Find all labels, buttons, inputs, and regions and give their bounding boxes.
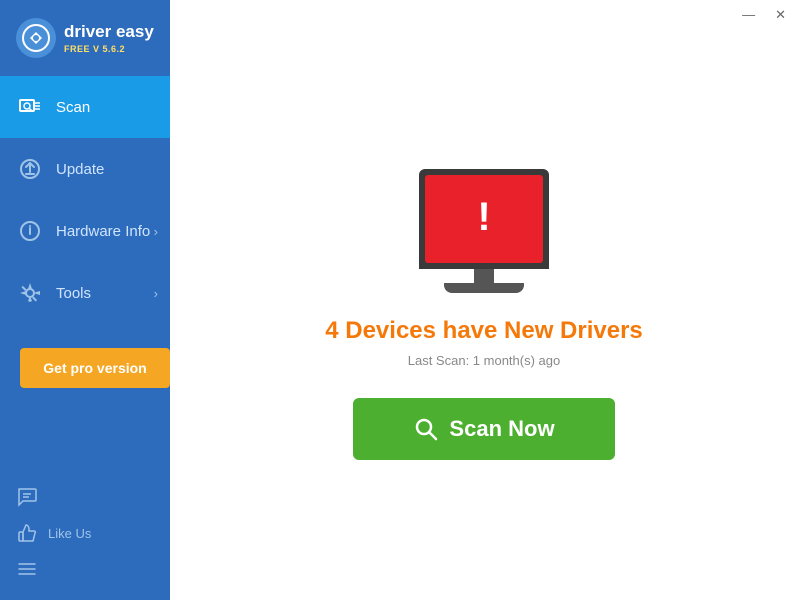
monitor-screen-inner: ! (425, 175, 543, 263)
scan-now-button[interactable]: Scan Now (353, 398, 614, 460)
status-heading: 4 Devices have New Drivers (325, 317, 643, 345)
scan-now-icon (413, 416, 439, 442)
tools-icon (16, 281, 44, 305)
like-us-button[interactable]: Like Us (16, 518, 154, 548)
monitor-screen: ! (419, 169, 549, 269)
monitor-base (444, 283, 524, 293)
sidebar-item-scan[interactable]: Scan (0, 76, 170, 138)
logo-svg (22, 24, 50, 52)
thumbs-up-icon (16, 522, 38, 544)
sidebar: driver easy FREE V 5.6.2 Scan (0, 0, 170, 600)
last-scan-text: Last Scan: 1 month(s) ago (408, 353, 560, 368)
chat-button[interactable] (16, 482, 154, 512)
logo-text-block: driver easy FREE V 5.6.2 (64, 22, 154, 54)
sidebar-item-hardware-info[interactable]: Hardware Info › (0, 200, 170, 262)
app-title: driver easy (64, 22, 154, 42)
main-content: ! 4 Devices have New Drivers Last Scan: … (170, 28, 798, 600)
hardware-info-arrow: › (154, 224, 158, 239)
sidebar-item-scan-label: Scan (56, 99, 90, 116)
hardware-info-icon (16, 219, 44, 243)
sidebar-item-update[interactable]: Update (0, 138, 170, 200)
sidebar-item-hardware-info-label: Hardware Info (56, 223, 150, 240)
sidebar-item-tools-label: Tools (56, 285, 91, 302)
logo-row: driver easy FREE V 5.6.2 (16, 18, 154, 58)
menu-button[interactable] (16, 554, 154, 584)
scan-now-label: Scan Now (449, 416, 554, 442)
monitor-illustration: ! (419, 169, 549, 293)
logo-icon (16, 18, 56, 58)
sidebar-item-update-label: Update (56, 161, 104, 178)
logo-area: driver easy FREE V 5.6.2 (0, 0, 170, 76)
update-icon (16, 157, 44, 181)
get-pro-button[interactable]: Get pro version (20, 348, 170, 388)
app-version: FREE V 5.6.2 (64, 44, 154, 54)
tools-arrow: › (154, 286, 158, 301)
chat-icon (16, 486, 38, 508)
get-pro-wrapper: Get pro version (0, 324, 170, 398)
minimize-button[interactable]: — (738, 6, 759, 23)
scan-icon (16, 95, 44, 119)
sidebar-bottom: Like Us (0, 472, 170, 600)
menu-icon (16, 558, 38, 580)
close-button[interactable]: ✕ (771, 6, 790, 23)
sidebar-item-tools[interactable]: Tools › (0, 262, 170, 324)
like-us-label: Like Us (48, 526, 91, 541)
monitor-neck (474, 269, 494, 283)
exclamation-mark: ! (477, 197, 490, 237)
title-bar: — ✕ (170, 0, 798, 28)
